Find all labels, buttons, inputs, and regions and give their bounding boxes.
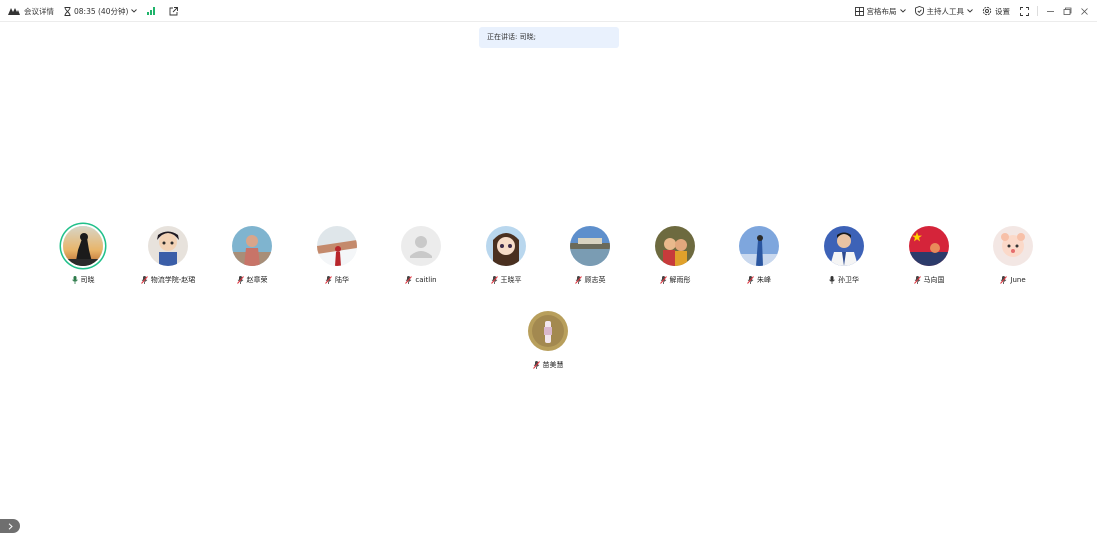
participant-name-row: 司晓 [41,275,125,285]
participant-name: 物流学院-赵珺 [150,276,196,284]
meeting-info-label: 会议详情 [24,6,54,16]
chevron-right-icon [8,522,13,530]
participant-tile[interactable]: 赵章荣 [210,226,294,285]
microphone-muted-icon [532,361,540,369]
app-logo-icon [8,7,20,15]
avatar [909,226,949,266]
participant-tile[interactable]: 王晓平 [464,226,548,285]
participant-name-row: 解雨彤 [633,275,717,285]
settings-label: 设置 [995,6,1010,16]
chevron-down-icon [967,9,973,13]
participant-name-row: caitlin [379,275,463,285]
participant-tile[interactable]: June [971,226,1055,285]
participant-tile[interactable]: 顾志英 [548,226,632,285]
shield-check-icon [914,6,924,16]
participant-tile[interactable]: 苗美慧 [506,311,590,370]
grid-layout-label: 宫格布局 [866,6,897,16]
participant-name: 朱峰 [757,276,771,284]
participant-name: 赵章荣 [246,276,268,284]
participant-name-row: 陆华 [295,275,379,285]
participant-name: 解雨彤 [669,276,691,284]
avatar [528,311,568,351]
microphone-muted-icon [659,276,667,284]
meeting-timer[interactable]: 08:35 (40分钟) [64,6,138,17]
microphone-muted-icon [747,276,754,284]
participant-tile[interactable]: 孙卫华 [802,226,886,285]
restore-window-icon[interactable] [1063,7,1072,16]
avatar [63,226,103,266]
microphone-muted-icon [913,276,921,284]
share-external-icon[interactable] [169,6,179,16]
expand-panel-button[interactable] [0,519,20,533]
microphone-muted-icon [325,276,332,284]
participant-name-row: June [971,275,1055,285]
microphone-muted-icon [140,276,148,284]
participant-tile[interactable]: 司晓 [41,226,125,285]
chevron-down-icon [899,9,906,13]
participant-name: 司晓 [80,276,95,284]
settings-button[interactable]: 设置 [982,6,1010,17]
participant-name-row: 赵章荣 [210,275,294,285]
participant-name: 王晓平 [500,276,522,284]
avatar [401,226,441,266]
participant-name-row: 马向国 [887,275,971,285]
grid-layout-icon [854,6,864,16]
participant-name-row: 物流学院-赵珺 [126,275,210,285]
avatar [570,226,610,266]
grid-layout-button[interactable]: 宫格布局 [854,6,906,17]
microphone-icon [829,276,835,284]
minimize-icon[interactable] [1046,7,1055,16]
host-tools-button[interactable]: 主持人工具 [914,6,974,17]
participant-name: 苗美慧 [542,361,564,369]
avatar [232,226,272,266]
participant-name-row: 苗美慧 [506,360,590,370]
host-tools-label: 主持人工具 [926,6,965,16]
network-signal-icon [147,7,156,15]
avatar [317,226,357,266]
microphone-muted-icon [1000,276,1008,284]
participant-name: caitlin [415,276,437,284]
participant-tile[interactable]: 陆华 [295,226,379,285]
avatar [486,226,526,266]
participant-tile[interactable]: 朱峰 [717,226,801,285]
close-icon[interactable] [1080,7,1089,16]
participant-name-row: 顾志英 [548,275,632,285]
microphone-muted-icon [574,276,582,284]
participant-tile[interactable]: 马向国 [887,226,971,285]
participant-name-row: 王晓平 [464,275,548,285]
avatar [993,226,1033,266]
avatar [655,226,695,266]
avatar [824,226,864,266]
participant-tile[interactable]: 物流学院-赵珺 [126,226,210,285]
avatar [148,226,188,266]
participant-name-row: 孙卫华 [802,275,886,285]
participant-tile[interactable]: caitlin [379,226,463,285]
meeting-top-bar: 会议详情 08:35 (40分钟) 宫格布局 主持人工具 设置 [0,0,1097,22]
microphone-muted-icon [490,276,498,284]
toolbar-divider [1037,6,1038,16]
participant-name: June [1010,276,1026,284]
microphone-muted-icon [236,276,244,284]
fullscreen-icon[interactable] [1020,6,1029,16]
microphone-muted-icon [405,276,413,284]
participant-tile[interactable]: 解雨彤 [633,226,717,285]
participant-name-row: 朱峰 [717,275,801,285]
hourglass-icon [64,6,71,16]
speaking-indicator: 正在讲话: 司晓; [479,27,619,48]
chevron-down-icon [131,9,138,13]
participant-name: 顾志英 [584,276,606,284]
meeting-info-button[interactable]: 会议详情 [24,6,54,17]
timer-text: 08:35 (40分钟) [74,6,129,16]
gear-icon [982,6,992,16]
avatar [739,226,779,266]
microphone-icon [71,276,78,284]
participant-name: 马向国 [923,276,945,284]
participant-name: 孙卫华 [838,276,859,284]
participant-name: 陆华 [335,276,349,284]
